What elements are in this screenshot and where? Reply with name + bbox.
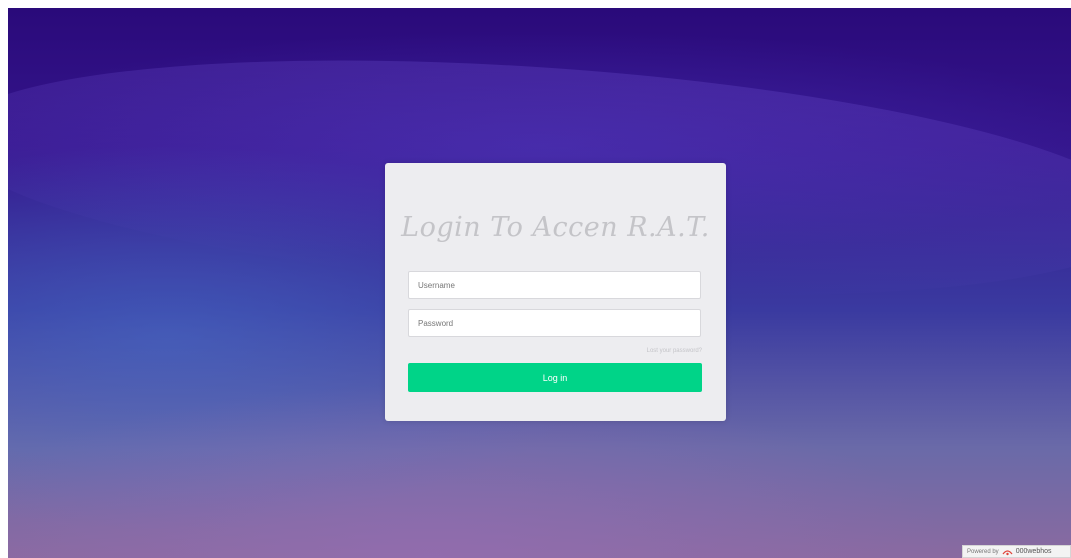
lost-password-link[interactable]: Lost your password? xyxy=(647,348,702,354)
page-background: Login To Accen R.A.T. Lost your password… xyxy=(8,8,1071,558)
password-input[interactable] xyxy=(408,309,701,337)
000webhost-logo-icon xyxy=(1002,548,1013,556)
powered-by-badge[interactable]: Powered by 000webhos xyxy=(962,545,1071,558)
login-button[interactable]: Log in xyxy=(408,363,702,392)
login-card: Login To Accen R.A.T. Lost your password… xyxy=(385,163,726,421)
login-title: Login To Accen R.A.T. xyxy=(401,212,710,243)
username-input[interactable] xyxy=(408,271,701,299)
powered-by-brand: 000webhos xyxy=(1015,548,1052,555)
powered-by-label: Powered by xyxy=(967,548,999,555)
